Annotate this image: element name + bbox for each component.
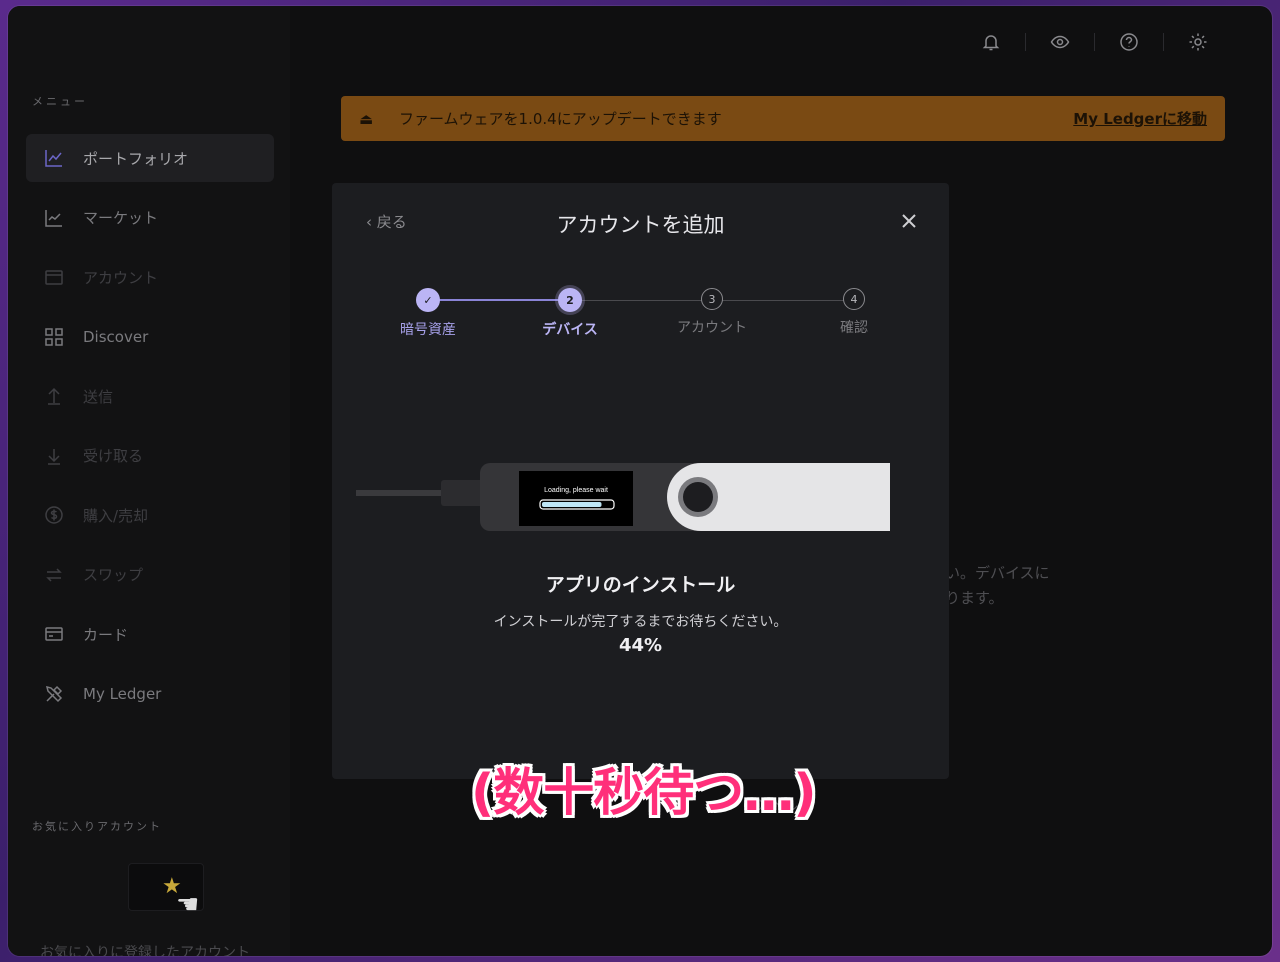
step-number: 2 — [558, 288, 582, 312]
step-number: 4 — [843, 288, 865, 310]
favorites-title: お気に入りアカウント — [32, 820, 162, 833]
sidebar-item-label: My Ledger — [83, 684, 162, 703]
sidebar-item-label: 購入/売却 — [83, 506, 149, 525]
step-label: デバイス — [542, 322, 598, 338]
install-description: インストールが完了するまでお待ちください。 — [493, 614, 788, 630]
stepper: ✓ 暗号資産 2 デバイス 3 アカウント 4 確認 — [332, 288, 949, 348]
sidebar-item-label: Discover — [83, 327, 149, 346]
close-icon[interactable] — [899, 211, 919, 231]
sidebar-item-discover[interactable]: Discover — [26, 313, 274, 361]
sidebar-item-label: スワップ — [83, 566, 144, 584]
toolbar-divider — [1025, 33, 1026, 51]
sidebar: メニュー ポートフォリオ マーケット アカウント Discover 送信 受け取… — [8, 6, 290, 956]
usb-connector — [441, 480, 486, 506]
chart-line-icon — [43, 147, 65, 169]
sidebar-item-label: マーケット — [83, 209, 159, 227]
sidebar-item-send[interactable]: 送信 — [26, 372, 274, 420]
sidebar-item-card[interactable]: カード — [26, 610, 274, 658]
sidebar-item-label: カード — [83, 625, 129, 644]
sidebar-item-label: ポートフォリオ — [83, 149, 189, 168]
sidebar-item-receive[interactable]: 受け取る — [26, 432, 274, 480]
card-icon — [43, 623, 65, 645]
sidebar-item-accounts[interactable]: アカウント — [26, 253, 274, 301]
banner-text: ファームウェアを1.0.4にアップデートできます — [399, 110, 722, 128]
step-device: 2 デバイス — [510, 288, 630, 339]
add-account-modal: ‹ 戻る アカウントを追加 ✓ 暗号資産 2 デバイス 3 アカウント 4 確認 — [332, 183, 949, 779]
sidebar-item-portfolio[interactable]: ポートフォリオ — [26, 134, 274, 182]
install-title: アプリのインストール — [545, 574, 736, 596]
usb-cable — [356, 490, 446, 496]
device-progress-fill — [542, 502, 602, 507]
step-label: 確認 — [840, 320, 868, 336]
device-screen — [519, 471, 633, 526]
bell-icon[interactable] — [977, 28, 1005, 56]
arrow-up-icon — [43, 385, 65, 407]
go-to-my-ledger-link[interactable]: My Ledgerに移動 — [1073, 108, 1207, 129]
device-button — [683, 482, 713, 512]
step-number: 3 — [701, 288, 723, 310]
step-crypto: ✓ 暗号資産 — [368, 288, 488, 339]
firmware-update-banner: ⏏ ファームウェアを1.0.4にアップデートできます My Ledgerに移動 — [341, 96, 1225, 141]
settings-icon[interactable] — [1184, 28, 1212, 56]
sidebar-item-swap[interactable]: スワップ — [26, 551, 274, 599]
wallet-icon — [43, 266, 65, 288]
tools-icon — [43, 683, 65, 705]
sidebar-item-label: アカウント — [83, 268, 159, 287]
market-chart-icon — [43, 207, 65, 229]
grid-icon — [43, 326, 65, 348]
swap-icon — [43, 564, 65, 586]
step-label: アカウント — [677, 320, 747, 336]
sidebar-item-market[interactable]: マーケット — [26, 194, 274, 242]
menu-title: メニュー — [32, 95, 88, 108]
app-window: メニュー ポートフォリオ マーケット アカウント Discover 送信 受け取… — [8, 6, 1272, 956]
sidebar-item-buy-sell[interactable]: 購入/売却 — [26, 491, 274, 539]
ledger-device-illustration: Loading, please wait — [356, 463, 890, 531]
modal-title: アカウントを追加 — [556, 213, 725, 237]
help-icon[interactable] — [1115, 28, 1143, 56]
background-text: い。デバイスに ります。 — [945, 564, 1050, 607]
dollar-circle-icon — [43, 504, 65, 526]
favorites-empty-text: お気に入りに登録したアカウント — [40, 945, 250, 956]
sidebar-item-label: 送信 — [83, 387, 114, 406]
sidebar-item-my-ledger[interactable]: My Ledger — [26, 670, 274, 718]
top-toolbar — [977, 28, 1212, 56]
pointer-hand-icon: ☚ — [176, 890, 200, 920]
arrow-down-icon — [43, 445, 65, 467]
device-screen-text: Loading, please wait — [544, 487, 608, 494]
eye-icon[interactable] — [1046, 28, 1074, 56]
toolbar-divider — [1094, 33, 1095, 51]
overlay-caption: (数十秒待つ…) — [471, 764, 817, 823]
step-confirm: 4 確認 — [794, 288, 914, 337]
toolbar-divider — [1163, 33, 1164, 51]
step-accounts: 3 アカウント — [652, 288, 772, 337]
install-progress-percent: 44% — [618, 635, 663, 656]
update-icon: ⏏ — [359, 109, 374, 128]
sidebar-nav: ポートフォリオ マーケット アカウント Discover 送信 受け取る 購入/… — [26, 134, 274, 729]
sidebar-item-label: 受け取る — [83, 447, 144, 465]
step-check-icon: ✓ — [416, 288, 440, 312]
step-label: 暗号資産 — [400, 322, 456, 338]
